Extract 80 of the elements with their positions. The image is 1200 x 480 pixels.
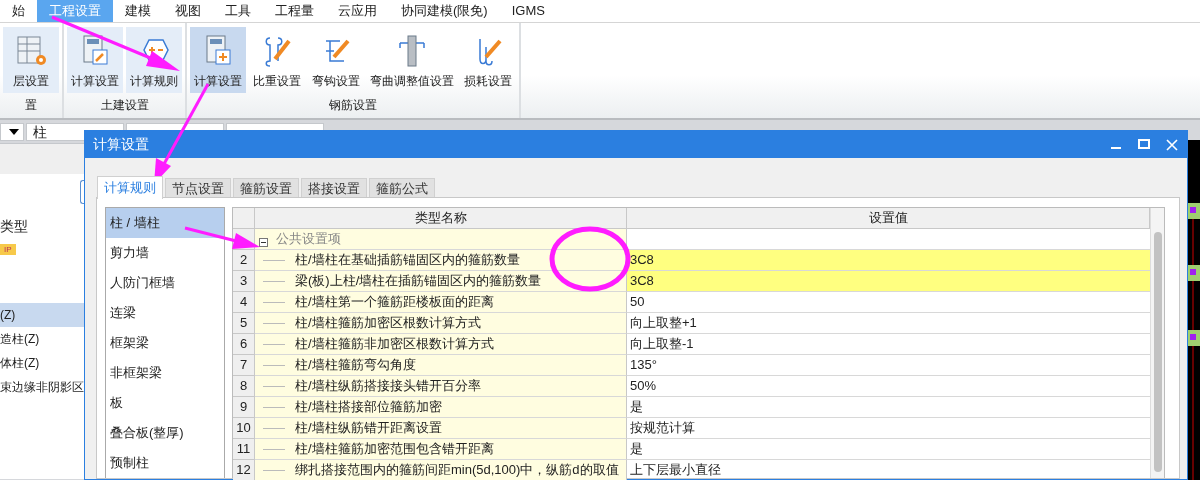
menu-item[interactable]: IGMS — [499, 0, 557, 22]
ribbon-button[interactable]: 计算设置 — [190, 27, 246, 93]
tab[interactable]: 计算规则 — [97, 176, 163, 199]
group-label: 土建设置 — [100, 97, 149, 114]
setting-name: 柱/墙柱搭接部位箍筋加密 — [295, 398, 442, 416]
setting-value[interactable]: 3C8 — [627, 250, 1150, 271]
menu-item[interactable]: 始 — [0, 0, 37, 22]
ribbon-button[interactable]: 比重设置 — [249, 27, 305, 93]
row-number: 4 — [233, 292, 255, 313]
setting-name: 柱/墙柱箍筋弯勾角度 — [295, 356, 416, 374]
setting-value[interactable]: 50 — [627, 292, 1150, 313]
setting-name: 柱/墙柱纵筋搭接接头错开百分率 — [295, 377, 481, 395]
group-label: 置 — [25, 97, 37, 114]
row-number: 12 — [233, 460, 255, 480]
category-item[interactable]: 预制柱 — [106, 448, 224, 478]
setting-value[interactable]: 3C8 — [627, 271, 1150, 292]
dropdown-field[interactable] — [0, 123, 24, 141]
setting-value[interactable]: 是 — [627, 397, 1150, 418]
row-number: 11 — [233, 439, 255, 460]
setting-value[interactable]: 向上取整+1 — [627, 313, 1150, 334]
setting-name: 柱/墙柱纵筋错开距离设置 — [295, 419, 442, 437]
ribbon-button[interactable]: 弯钩设置 — [308, 27, 364, 93]
row-number: 8 — [233, 376, 255, 397]
list-item[interactable]: 体柱(Z) — [0, 351, 84, 375]
group-label: 公共设置项 — [276, 230, 341, 248]
tab[interactable]: 箍筋公式 — [369, 178, 435, 198]
list-item[interactable]: (Z) — [0, 303, 84, 327]
setting-name: 柱/墙柱在基础插筋锚固区内的箍筋数量 — [295, 251, 520, 269]
category-item[interactable]: 非框架梁 — [106, 358, 224, 388]
menu-item[interactable]: 工程量 — [263, 0, 326, 22]
tab[interactable]: 节点设置 — [165, 178, 231, 198]
column-icon — [396, 33, 428, 67]
column-header: 设置值 — [627, 208, 1150, 229]
list-item[interactable]: 束边缘非阴影区 — [0, 375, 84, 399]
menu-item[interactable]: 工具 — [213, 0, 263, 22]
grid-corner — [233, 208, 255, 229]
ribbon-button[interactable]: 弯曲调整值设置 — [367, 27, 457, 93]
category-item[interactable]: 叠合板(整厚) — [106, 418, 224, 448]
ribbon-button[interactable]: 计算规则 — [126, 27, 182, 93]
group-label: 钢筋设置 — [329, 97, 377, 114]
grid-gear-icon — [15, 33, 47, 67]
column-header: 类型名称 — [255, 208, 627, 229]
row-number: 6 — [233, 334, 255, 355]
category-item[interactable]: 连梁 — [106, 298, 224, 328]
setting-value[interactable]: 135° — [627, 355, 1150, 376]
row-number: 10 — [233, 418, 255, 439]
category-item[interactable]: 柱 / 墙柱 — [106, 208, 224, 238]
row-number: 9 — [233, 397, 255, 418]
setting-value[interactable]: 50% — [627, 376, 1150, 397]
setting-name: 绑扎搭接范围内的箍筋间距min(5d,100)中，纵筋d的取值 — [295, 461, 619, 479]
tab[interactable]: 搭接设置 — [301, 178, 367, 198]
setting-name: 梁(板)上柱/墙柱在插筋锚固区内的箍筋数量 — [295, 272, 542, 290]
row-number: 5 — [233, 313, 255, 334]
row-number: 7 — [233, 355, 255, 376]
setting-name: 柱/墙柱第一个箍筋距楼板面的距离 — [295, 293, 494, 311]
category-item[interactable]: 框架梁 — [106, 328, 224, 358]
ribbon-button[interactable]: 层设置 — [3, 27, 59, 93]
category-item[interactable]: 人防门框墙 — [106, 268, 224, 298]
scrollbar-thumb[interactable] — [1153, 232, 1162, 472]
setting-name: 柱/墙柱箍筋非加密区根数计算方式 — [295, 335, 494, 353]
tag: IP — [0, 244, 16, 255]
setting-value[interactable]: 按规范计算 — [627, 418, 1150, 439]
category-item[interactable]: 剪力墙 — [106, 238, 224, 268]
ribbon-button[interactable]: 损耗设置 — [460, 27, 516, 93]
menu-item[interactable]: 视图 — [163, 0, 213, 22]
menu-item[interactable]: 云应用 — [326, 0, 389, 22]
setting-name: 柱/墙柱箍筋加密范围包含错开距离 — [295, 440, 494, 458]
setting-name: 柱/墙柱箍筋加密区根数计算方式 — [295, 314, 481, 332]
setting-value[interactable]: 是 — [627, 439, 1150, 460]
ribbon-button[interactable]: 计算设置 — [67, 27, 123, 93]
row-number: 3 — [233, 271, 255, 292]
category-item[interactable]: 板 — [106, 388, 224, 418]
list-item[interactable]: 造柱(Z) — [0, 327, 84, 351]
setting-value[interactable]: 向上取整-1 — [627, 334, 1150, 355]
menu-item[interactable]: 协同建模(限免) — [389, 0, 500, 22]
menu-item[interactable]: 建模 — [113, 0, 163, 22]
panel-heading: 类型 — [0, 218, 28, 236]
tab[interactable]: 箍筋设置 — [233, 178, 299, 198]
row-number: 2 — [233, 250, 255, 271]
caret-icon[interactable] — [9, 129, 19, 135]
